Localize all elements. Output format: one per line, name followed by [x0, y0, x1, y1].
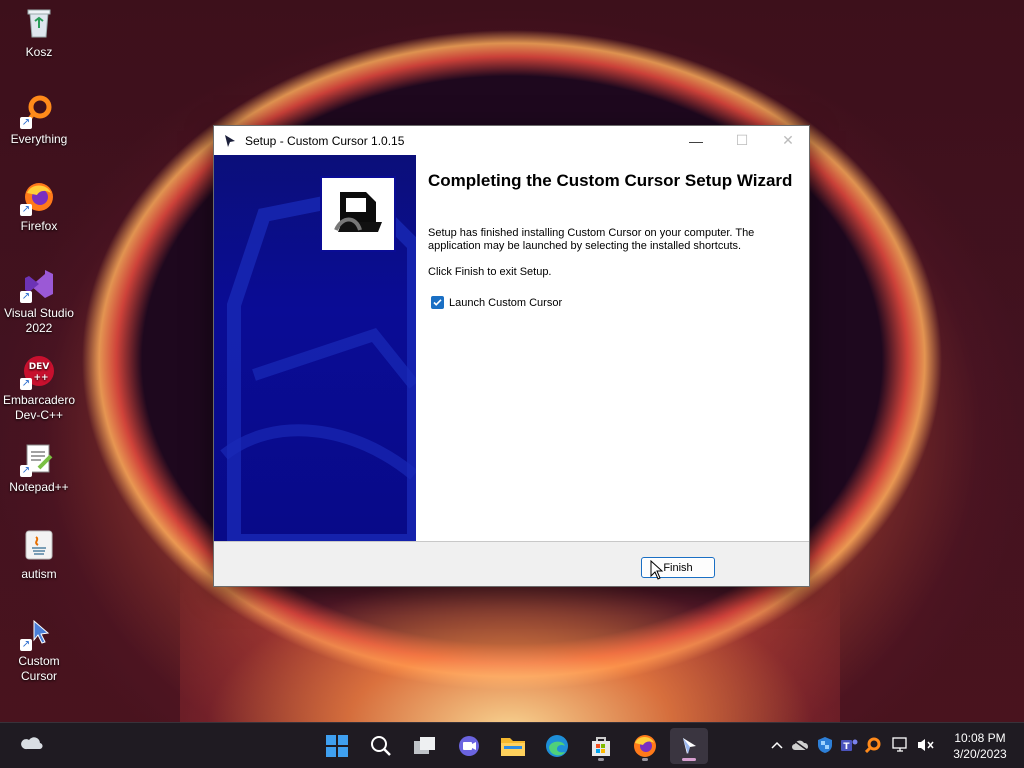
shortcut-arrow-icon: ↗ — [20, 204, 32, 216]
store-icon — [592, 737, 610, 756]
defender-shield-icon[interactable] — [816, 736, 834, 754]
desktop-icon-label: Firefox — [20, 219, 58, 233]
desktop-icon-visual-studio[interactable]: ↗ Visual Studio 2022 — [0, 267, 78, 336]
window-titlebar[interactable]: Setup - Custom Cursor 1.0.15 — ☐ ✕ — [214, 126, 809, 155]
everything-tray-icon[interactable] — [864, 736, 882, 754]
desktop-icon-firefox[interactable]: ↗ Firefox — [0, 180, 78, 234]
store-button[interactable] — [582, 728, 620, 764]
chat-button[interactable] — [450, 728, 488, 764]
svg-text:DEV: DEV — [29, 362, 50, 372]
active-indicator — [682, 758, 696, 761]
volume-muted-icon[interactable] — [917, 736, 935, 754]
desktop-icon-autism[interactable]: autism — [0, 528, 78, 582]
desktop-icon-label: Embarcadero Dev-C++ — [2, 393, 76, 422]
desktop-icon-dev-cpp[interactable]: DEV ++ ↗ Embarcadero Dev-C++ — [0, 354, 78, 423]
custom-cursor-taskbar-button[interactable] — [670, 728, 708, 764]
svg-text:++: ++ — [33, 373, 48, 383]
edge-button[interactable] — [538, 728, 576, 764]
task-view-icon — [414, 737, 435, 754]
desktop-icon-label: Kosz — [25, 45, 53, 59]
teams-icon[interactable]: T — [840, 736, 858, 754]
desktop-icon-recycle-bin[interactable]: Kosz — [0, 6, 78, 60]
folder-icon — [501, 738, 525, 756]
desktop-icon-notepad-plus-plus[interactable]: ↗ Notepad++ — [0, 441, 78, 495]
start-button[interactable] — [318, 728, 356, 764]
wizard-footer: Finish — [214, 541, 809, 586]
visual-studio-icon: ↗ — [20, 267, 56, 303]
close-button[interactable]: ✕ — [765, 126, 811, 155]
shortcut-arrow-icon: ↗ — [20, 378, 32, 390]
windows-logo-icon — [326, 735, 348, 757]
wizard-sidebar-image — [214, 155, 416, 541]
setup-logo-icon — [320, 176, 396, 252]
running-indicator — [598, 758, 604, 761]
firefox-icon: ↗ — [20, 180, 56, 216]
weather-widget-icon[interactable] — [20, 732, 44, 756]
shortcut-arrow-icon: ↗ — [20, 465, 32, 477]
wizard-heading: Completing the Custom Cursor Setup Wizar… — [428, 171, 793, 190]
desktop-icon-label: Everything — [10, 132, 68, 146]
everything-icon: ↗ — [20, 93, 56, 129]
running-indicator — [642, 758, 648, 761]
wizard-exit-text: Click Finish to exit Setup. — [428, 266, 552, 278]
clock-date: 3/20/2023 — [953, 747, 1007, 761]
edge-icon — [546, 735, 568, 757]
minimize-button[interactable]: — — [673, 126, 719, 155]
desktop-icon-label: Visual Studio 2022 — [4, 306, 74, 335]
firefox-icon — [634, 735, 656, 757]
wizard-content: Completing the Custom Cursor Setup Wizar… — [416, 155, 809, 541]
svg-text:T: T — [843, 742, 850, 752]
network-icon[interactable] — [891, 736, 909, 754]
notepad-plus-plus-icon: ↗ — [20, 441, 56, 477]
launch-checkbox-label: Launch Custom Cursor — [449, 296, 563, 309]
desktop-icon-label: Custom Cursor — [18, 654, 60, 683]
custom-cursor-icon — [683, 738, 696, 754]
checkmark-icon — [433, 299, 442, 306]
shortcut-arrow-icon: ↗ — [20, 117, 32, 129]
custom-cursor-icon: ↗ — [20, 615, 56, 651]
firefox-taskbar-button[interactable] — [626, 728, 664, 764]
setup-window: Setup - Custom Cursor 1.0.15 — ☐ ✕ Compl… — [213, 125, 810, 587]
launch-checkbox[interactable] — [431, 296, 444, 309]
recycle-bin-icon — [22, 6, 56, 40]
window-title: Setup - Custom Cursor 1.0.15 — [245, 133, 405, 148]
desktop-icon-label: autism — [21, 567, 57, 581]
shortcut-arrow-icon: ↗ — [20, 639, 32, 651]
task-view-button[interactable] — [406, 728, 444, 764]
desktop-icon-label: Notepad++ — [9, 480, 69, 494]
dev-cpp-icon: DEV ++ ↗ — [20, 354, 56, 390]
chevron-up-icon[interactable] — [768, 736, 786, 754]
shortcut-arrow-icon: ↗ — [20, 291, 32, 303]
onedrive-icon[interactable] — [791, 736, 809, 754]
system-clock[interactable]: 10:08 PM 3/20/2023 — [940, 730, 1020, 762]
cursor-app-icon — [225, 134, 235, 147]
file-explorer-button[interactable] — [494, 728, 532, 764]
clock-time: 10:08 PM — [954, 731, 1006, 745]
mouse-pointer-icon — [650, 560, 664, 580]
search-button[interactable] — [362, 728, 400, 764]
chat-icon — [459, 736, 479, 756]
wizard-body-text: Setup has finished installing Custom Cur… — [428, 227, 755, 252]
java-file-icon — [22, 528, 56, 562]
taskbar: T 10:08 PM 3/20/2023 — [0, 722, 1024, 768]
launch-checkbox-row[interactable]: Launch Custom Cursor — [431, 296, 562, 309]
maximize-button[interactable]: ☐ — [719, 126, 765, 155]
search-icon — [371, 736, 391, 756]
desktop-icon-custom-cursor[interactable]: ↗ Custom Cursor — [0, 615, 78, 684]
desktop-icon-everything[interactable]: ↗ Everything — [0, 93, 78, 147]
